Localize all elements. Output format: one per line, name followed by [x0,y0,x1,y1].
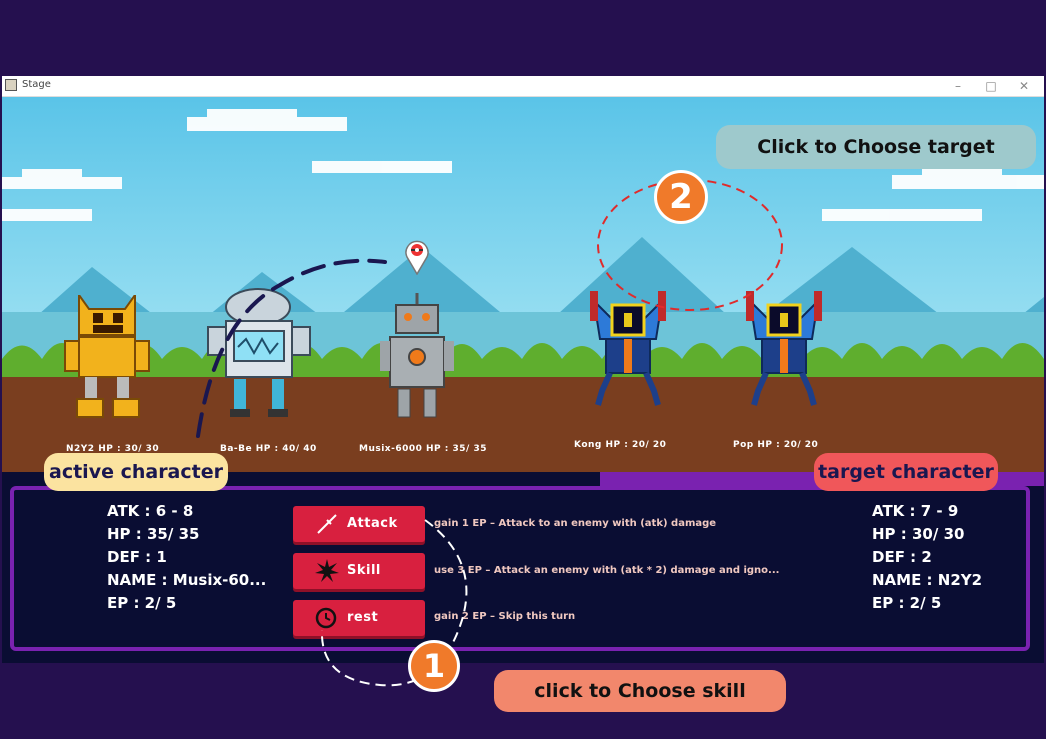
step-2-badge: 2 [654,170,708,224]
choose-target-hint: Click to Choose target [716,125,1036,169]
character-n2y2[interactable] [57,295,157,423]
rest-button[interactable]: rest [293,600,425,636]
attack-button-label: Attack [347,516,398,531]
maximize-button[interactable]: □ [975,77,1007,95]
minimize-button[interactable]: – [942,77,974,95]
character-label-ba-be: Ba-Be HP : 40/ 40 [220,444,317,454]
character-pop[interactable] [740,291,828,411]
target-stat-ep: EP : 2/ 5 [872,594,942,612]
target-stat-name: NAME : N2Y2 [872,571,983,589]
active-stat-atk: ATK : 6 - 8 [107,502,194,520]
close-button[interactable]: ✕ [1008,77,1040,95]
skill-button-label: Skill [347,563,381,578]
attack-button[interactable]: Attack [293,506,425,542]
rest-clock-icon [315,607,337,629]
location-pin-icon [405,240,429,275]
active-stat-def: DEF : 1 [107,548,167,566]
choose-skill-hint: click to Choose skill [494,670,786,712]
target-stat-atk: ATK : 7 - 9 [872,502,959,520]
skill-button[interactable]: Skill [293,553,425,589]
rest-description: gain 2 EP – Skip this turn [434,611,576,622]
active-stat-hp: HP : 35/ 35 [107,525,200,543]
rest-button-label: rest [347,610,379,625]
character-musix-6000[interactable] [380,293,454,423]
title-bar: Stage – □ ✕ [2,76,1044,97]
active-stat-ep: EP : 2/ 5 [107,594,177,612]
target-character-label: target character [814,453,998,491]
target-stat-hp: HP : 30/ 30 [872,525,965,543]
burst-icon [315,559,339,582]
target-stat-def: DEF : 2 [872,548,932,566]
control-panel: ATK : 6 - 8 HP : 35/ 35 DEF : 1 NAME : M… [2,472,1044,663]
character-ba-be[interactable] [202,287,322,423]
active-stat-name: NAME : Musix-60... [107,571,267,589]
character-label-kong: Kong HP : 20/ 20 [574,440,667,450]
app-icon [5,79,17,91]
character-label-musix-6000: Musix-6000 HP : 35/ 35 [359,444,487,454]
sword-icon [317,514,337,534]
active-character-label: active character [44,453,228,491]
skill-description: use 3 EP – Attack an enemy with (atk * 2… [434,565,780,576]
step-1-badge: 1 [408,640,460,692]
battle-stage: N2Y2 HP : 30/ 30 Ba-Be HP : 40/ 40 Musix… [2,97,1044,663]
window-title: Stage [22,79,51,90]
character-kong[interactable] [584,291,672,411]
character-label-pop: Pop HP : 20/ 20 [733,440,819,450]
attack-description: gain 1 EP – Attack to an enemy with (atk… [434,518,717,529]
